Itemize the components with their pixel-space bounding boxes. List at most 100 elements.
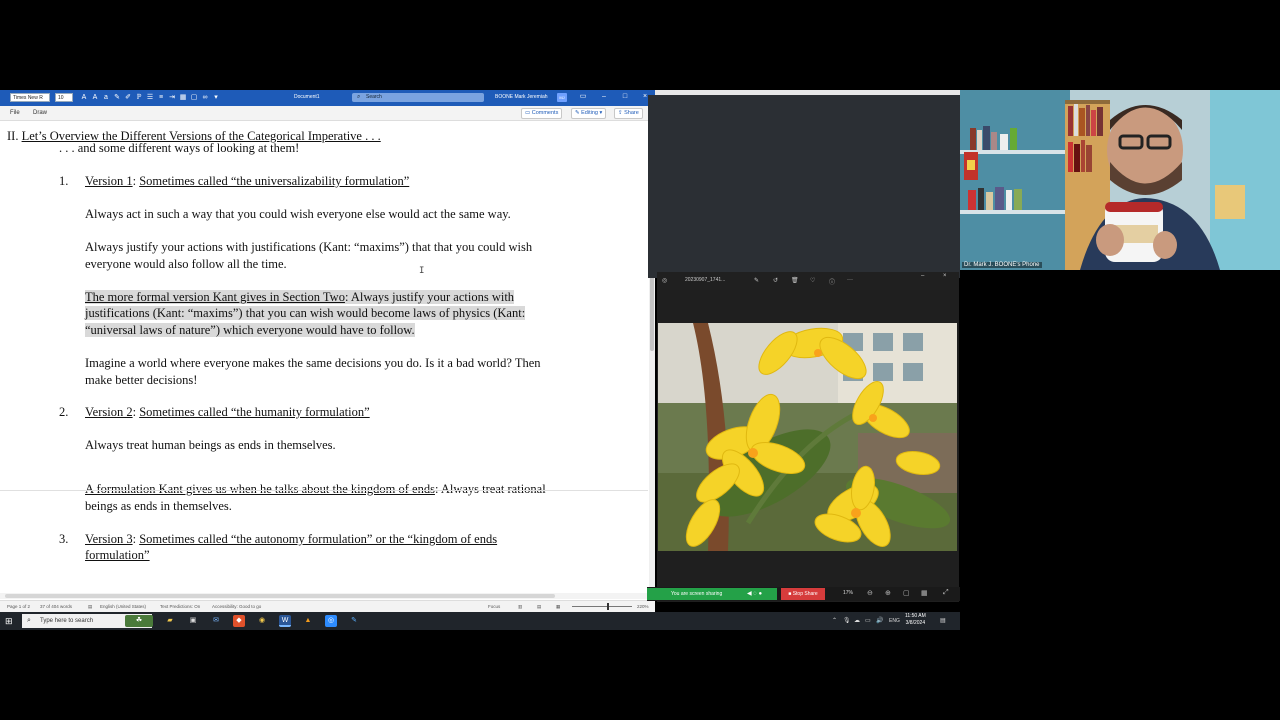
close-icon[interactable]: × [943,273,947,279]
v3-number: 3. [59,531,68,548]
language-indicator[interactable]: ENG [889,618,900,624]
indent-icon[interactable]: ⇥ [168,94,176,102]
news-widget-icon[interactable]: ☘ [125,615,153,627]
vlc-icon[interactable]: ▲ [302,615,314,627]
document-name[interactable]: Document1 [294,93,344,102]
maximize-icon[interactable]: □ [620,92,630,101]
minimize-icon[interactable]: – [921,273,924,279]
screen-sharing-indicator[interactable]: You are screen sharing ◀ ◌ ● [647,588,777,600]
highlight-icon[interactable]: ✎ [113,94,121,102]
read-mode-icon[interactable]: ▥ [518,604,522,610]
mail-icon[interactable]: ✉ [210,615,222,627]
zoom-out-icon[interactable]: ⊖ [867,589,873,597]
grow-font-icon[interactable]: A [91,94,99,102]
zoom-slider-knob[interactable] [607,603,609,610]
print-layout-icon[interactable]: ▤ [537,604,541,610]
document-body[interactable]: II. Let’s Overview the Different Version… [0,121,648,599]
search-icon: ⌕ [27,617,31,624]
delete-icon[interactable]: 🗑 [791,277,799,284]
zoom-in-icon[interactable]: ⊕ [885,589,891,597]
v2-title-text: Version 2 [85,405,133,419]
word-window: Times New R 10 A A a ✎ ✐ ℙ ☰ ≡ ⇥ ▦ ▢ ∞ ▾… [0,90,655,612]
more-options-icon[interactable]: ··· [847,277,853,283]
ribbon-display-icon[interactable]: ▭ [578,92,588,101]
rotate-icon[interactable]: ↺ [773,277,778,284]
brave-icon[interactable]: ◆ [233,615,245,627]
filmstrip-icon[interactable]: ▦ [921,589,928,597]
v1-paragraph-1-text: Always act in such a way that you could … [85,207,511,221]
network-icon[interactable]: ▭ [865,617,871,624]
v3-number-text: 3. [59,532,69,546]
web-layout-icon[interactable]: ▦ [556,604,560,610]
zoom-level[interactable]: 220% [637,604,649,609]
share-button[interactable]: ⇪ Share [614,108,643,119]
numbering-icon[interactable]: ≡ [157,94,165,102]
style-icon[interactable]: ℙ [135,94,143,102]
tab-file[interactable]: File [10,110,20,116]
v2-paragraph-2: beings as ends in themselves. [85,498,232,515]
user-name[interactable]: BOONE Mark Jeremiah [495,93,555,102]
v2-title: Version 2: Sometimes called “the humanit… [85,404,370,421]
language-status[interactable]: English (United States) [100,604,146,609]
editing-button[interactable]: ✎ Editing ▾ [571,108,607,119]
tab-draw[interactable]: Draw [33,110,47,116]
zoom-icon[interactable]: ◎ [325,615,337,627]
v2-paragraph-1: Always treat human beings as ends in the… [85,437,336,454]
tray-chevron-icon[interactable]: ⌃ [832,617,837,624]
v1-paragraph-2-text: everyone would also follow all the time. [85,257,287,271]
v1-paragraph-3: “universal laws of nature”) which everyo… [85,322,415,339]
comments-label: Comments [531,110,559,116]
stop-share-button[interactable]: ■ Stop Share [781,588,825,600]
v3-title-text: formulation” [85,548,150,562]
edit-icon[interactable]: ✎ [754,277,759,284]
volume-icon[interactable]: 🔊 [876,617,883,624]
avatar[interactable]: MJ [557,93,567,102]
fullscreen-icon[interactable]: ⤢ [943,589,949,597]
microphone-icon[interactable]: 🎙 [843,617,851,624]
word-titlebar: Times New R 10 A A a ✎ ✐ ℙ ☰ ≡ ⇥ ▦ ▢ ∞ ▾… [0,90,655,106]
h-scroll-thumb[interactable] [5,594,555,598]
font-color-icon[interactable]: A [80,94,88,102]
chrome-icon[interactable]: ◉ [256,615,268,627]
pen-app-icon[interactable]: ✎ [348,615,360,627]
horizontal-scrollbar[interactable] [0,593,648,599]
clock[interactable]: 11:50 AM 3/8/2024 [905,613,926,627]
v1-paragraph-2: Always justify your actions with justifi… [85,239,532,256]
notifications-icon[interactable]: ▤ [940,617,946,624]
shrink-font-icon[interactable]: a [102,94,110,102]
minimize-icon[interactable]: – [599,92,609,101]
search-input[interactable]: ⌕ Search [352,93,484,102]
task-view-icon[interactable]: ▣ [187,615,199,627]
font-size-dropdown[interactable]: 10 [55,93,73,102]
windows-start-icon[interactable]: ⊞ [5,616,13,626]
focus-button[interactable]: Focus [488,604,500,609]
favorite-icon[interactable]: ♡ [810,277,815,284]
zoom-slider[interactable] [572,606,632,607]
comments-button[interactable]: ▭ Comments [521,108,563,119]
borders-icon[interactable]: ▢ [190,94,198,102]
zoom-percent: 17% [843,590,854,596]
cloud-icon[interactable]: ☁ [854,617,860,624]
link-icon[interactable]: ∞ [201,94,209,102]
info-icon[interactable]: ⓘ [829,277,835,286]
page-count[interactable]: Page 1 of 2 [7,604,30,609]
more-icon[interactable]: ▾ [212,94,220,102]
accessibility-status[interactable]: Accessibility: Good to go [212,604,261,609]
plumeria-photo [658,323,957,551]
v1-paragraph-1: Always act in such a way that you could … [85,206,511,223]
word-icon[interactable]: W [279,615,291,627]
text-predictions-status[interactable]: Text Predictions: On [160,604,200,609]
photos-toolbar: ◎ 20230907_1741... ✎ ↺ 🗑 ♡ ⓘ ··· – × [657,272,959,290]
format-painter-icon[interactable]: ✐ [124,94,132,102]
font-name-dropdown[interactable]: Times New R [10,93,50,102]
photos-app-icon: ◎ [662,278,668,284]
status-bar: Page 1 of 2 37 of 404 words ▤ English (U… [0,600,655,612]
bullets-icon[interactable]: ☰ [146,94,154,102]
file-explorer-icon[interactable]: ▰ [164,615,176,627]
v1-paragraph-2-text: Always justify your actions with justifi… [85,240,533,254]
fit-icon[interactable]: ▢ [903,589,910,597]
table-icon[interactable]: ▦ [179,94,187,102]
proofing-icon[interactable]: ▤ [88,604,92,610]
word-count[interactable]: 37 of 404 words [40,604,72,609]
v1-paragraph-2: everyone would also follow all the time. [85,256,287,273]
